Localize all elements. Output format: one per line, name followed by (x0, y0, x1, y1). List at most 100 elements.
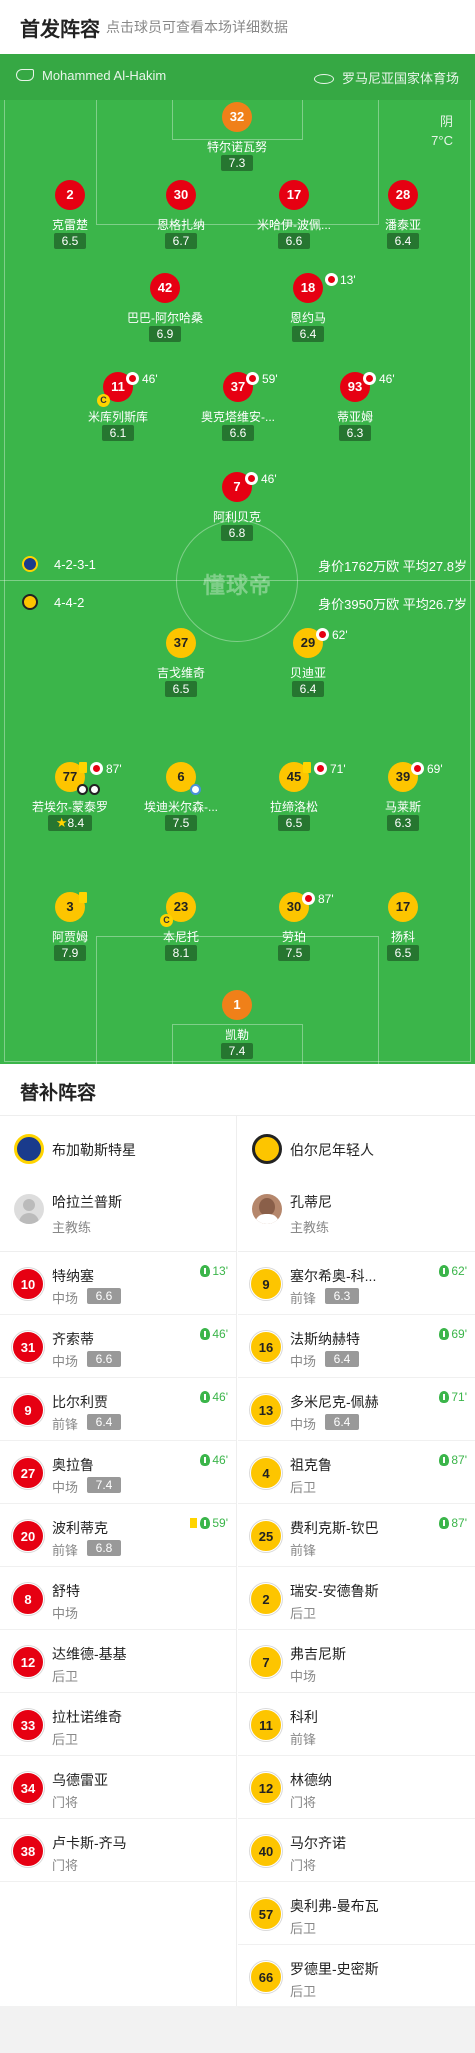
yellow-card-icon (190, 1518, 198, 1528)
home-team-name: 布加勒斯特星 (52, 1142, 136, 1158)
sub-player-row[interactable]: 34 乌德雷亚 门将 (0, 1756, 236, 1819)
sub-in-minute: 87' (451, 1453, 467, 1467)
player-rating: 8.1 (165, 945, 197, 961)
sub-number: 16 (250, 1331, 282, 1363)
sub-position: 后卫 (290, 1480, 317, 1495)
sub-minute: 46' (142, 372, 158, 386)
sub-in-icon (200, 1328, 211, 1340)
sub-player-row[interactable]: 38 卢卡斯-齐马 门将 (0, 1819, 236, 1882)
sub-out-icon (314, 762, 327, 775)
away-team-name: 伯尔尼年轻人 (290, 1142, 374, 1158)
sub-player-row[interactable]: 9 比尔利贾 前锋 6.4 46' (0, 1378, 236, 1441)
sub-out-icon (245, 472, 258, 485)
sub-player-row[interactable]: 16 法斯纳赫特 中场 6.4 69' (238, 1315, 475, 1378)
sub-number: 12 (12, 1646, 44, 1678)
player-rating: 6.3 (387, 815, 419, 831)
sub-position: 中场 (52, 1606, 79, 1621)
sub-number: 13 (250, 1394, 282, 1426)
sub-minute: 46' (261, 472, 277, 486)
home-team-logo-icon (14, 1134, 44, 1164)
home-team-row[interactable]: 布加勒斯特星 (0, 1116, 236, 1180)
player-name: 埃迪米尔森-... (144, 800, 218, 814)
sub-rating: 6.3 (325, 1288, 359, 1304)
star-icon: ★ (55, 815, 68, 830)
sub-rating: 6.6 (87, 1288, 121, 1304)
sub-out-icon (90, 762, 103, 775)
coach-role: 主教练 (290, 1220, 330, 1235)
sub-in-icon (200, 1517, 211, 1529)
sub-in-icon (439, 1517, 450, 1529)
sub-player-row[interactable]: 8 舒特 中场 (0, 1567, 236, 1630)
sub-in-time: 71' (439, 1390, 467, 1404)
sub-name: 卢卡斯-齐马 (52, 1835, 127, 1851)
sub-position: 中场 (52, 1354, 79, 1369)
player-name: 贝迪亚 (289, 666, 326, 680)
sub-player-row[interactable]: 31 齐索蒂 中场 6.6 46' (0, 1315, 236, 1378)
coach-role: 主教练 (52, 1220, 92, 1235)
stadium-icon (313, 74, 334, 84)
coach-avatar (252, 1194, 282, 1224)
player-name: 本尼托 (162, 930, 199, 944)
away-coach-row[interactable]: 孔蒂尼 主教练 (238, 1180, 475, 1252)
sub-in-icon (439, 1391, 450, 1403)
match-info-row: Mohammed Al-Hakim 罗马尼亚国家体育场 (0, 54, 475, 100)
sub-player-row[interactable]: 66 罗德里-史密斯 后卫 (238, 1945, 475, 2008)
sub-player-row[interactable]: 11 科利 前锋 (238, 1693, 475, 1756)
player-name: 恩格扎纳 (156, 218, 205, 232)
player-name: 潘泰亚 (384, 218, 421, 232)
away-team-row[interactable]: 伯尔尼年轻人 (238, 1116, 475, 1180)
sub-player-row[interactable]: 25 费利克斯-钦巴 前锋 87' (238, 1504, 475, 1567)
coach-name: 哈拉兰普斯 (52, 1194, 122, 1210)
player-rating: 7.3 (221, 155, 253, 171)
sub-player-row[interactable]: 27 奥拉鲁 中场 7.4 46' (0, 1441, 236, 1504)
player-name: 特尔诺瓦努 (206, 140, 267, 154)
sub-player-row[interactable]: 33 拉杜诺维奇 后卫 (0, 1693, 236, 1756)
sub-in-time: 59' (190, 1516, 228, 1530)
sub-player-row[interactable]: 4 祖克鲁 后卫 87' (238, 1441, 475, 1504)
sub-minute: 71' (330, 762, 346, 776)
sub-in-minute: 13' (212, 1264, 228, 1278)
home-subs-column: 布加勒斯特星 哈拉兰普斯 主教练 10 特纳塞 中场 6.6 13' 31 齐索… (0, 1116, 237, 2006)
player-name: 蒂亚姆 (336, 410, 373, 424)
sub-player-row[interactable]: 7 弗吉尼斯 中场 (238, 1630, 475, 1693)
home-coach-row[interactable]: 哈拉兰普斯 主教练 (0, 1180, 236, 1252)
player-number: 1 (222, 990, 252, 1020)
sub-name: 罗德里-史密斯 (290, 1961, 379, 1977)
sub-player-row[interactable]: 9 塞尔希奥-科... 前锋 6.3 62' (238, 1252, 475, 1315)
player-rating-value: 8.4 (67, 816, 85, 830)
sub-player-row[interactable]: 10 特纳塞 中场 6.6 13' (0, 1252, 236, 1315)
sub-player-row[interactable]: 57 奥利弗-曼布瓦 后卫 (238, 1882, 475, 1945)
sub-position: 后卫 (52, 1669, 79, 1684)
sub-player-row[interactable]: 13 多米尼克-佩赫 中场 6.4 71' (238, 1378, 475, 1441)
sub-out-icon (363, 372, 376, 385)
venue-name: 罗马尼亚国家体育场 (341, 71, 459, 86)
sub-player-row[interactable]: 20 波利蒂克 前锋 6.8 59' (0, 1504, 236, 1567)
page-title: 首发阵容 (20, 19, 100, 41)
sub-in-icon (200, 1454, 211, 1466)
player-name: 扬科 (390, 930, 415, 944)
sub-in-time: 46' (200, 1453, 228, 1467)
sub-player-row[interactable]: 12 林德纳 门将 (238, 1756, 475, 1819)
sub-name: 拉杜诺维奇 (52, 1709, 122, 1725)
sub-minute: 59' (262, 372, 278, 386)
watermark: 懂球帝 (203, 573, 273, 598)
sub-position: 门将 (290, 1795, 317, 1810)
sub-position: 门将 (52, 1795, 79, 1810)
away-formation: 4-4-2 (22, 594, 84, 610)
sub-number: 4 (250, 1457, 282, 1489)
sub-name: 弗吉尼斯 (290, 1646, 346, 1662)
sub-player-row[interactable]: 2 瑞安-安德鲁斯 后卫 (238, 1567, 475, 1630)
player-name: 奥克塔维安-... (201, 410, 275, 424)
page-subtitle: 点击球员可查看本场详细数据 (106, 19, 288, 35)
player-number: 32 (222, 102, 252, 132)
player-rating: 6.8 (221, 525, 253, 541)
sub-player-row[interactable]: 12 达维德-基基 后卫 (0, 1630, 236, 1693)
sub-minute: 69' (427, 762, 443, 776)
sub-name: 达维德-基基 (52, 1646, 127, 1662)
player-name: 拉缔洛松 (269, 800, 318, 814)
sub-position: 门将 (52, 1858, 79, 1873)
sub-in-minute: 46' (212, 1327, 228, 1341)
sub-player-row[interactable]: 40 马尔齐诺 门将 (238, 1819, 475, 1882)
player-number: 28 (388, 180, 418, 210)
sub-in-minute: 46' (212, 1390, 228, 1404)
